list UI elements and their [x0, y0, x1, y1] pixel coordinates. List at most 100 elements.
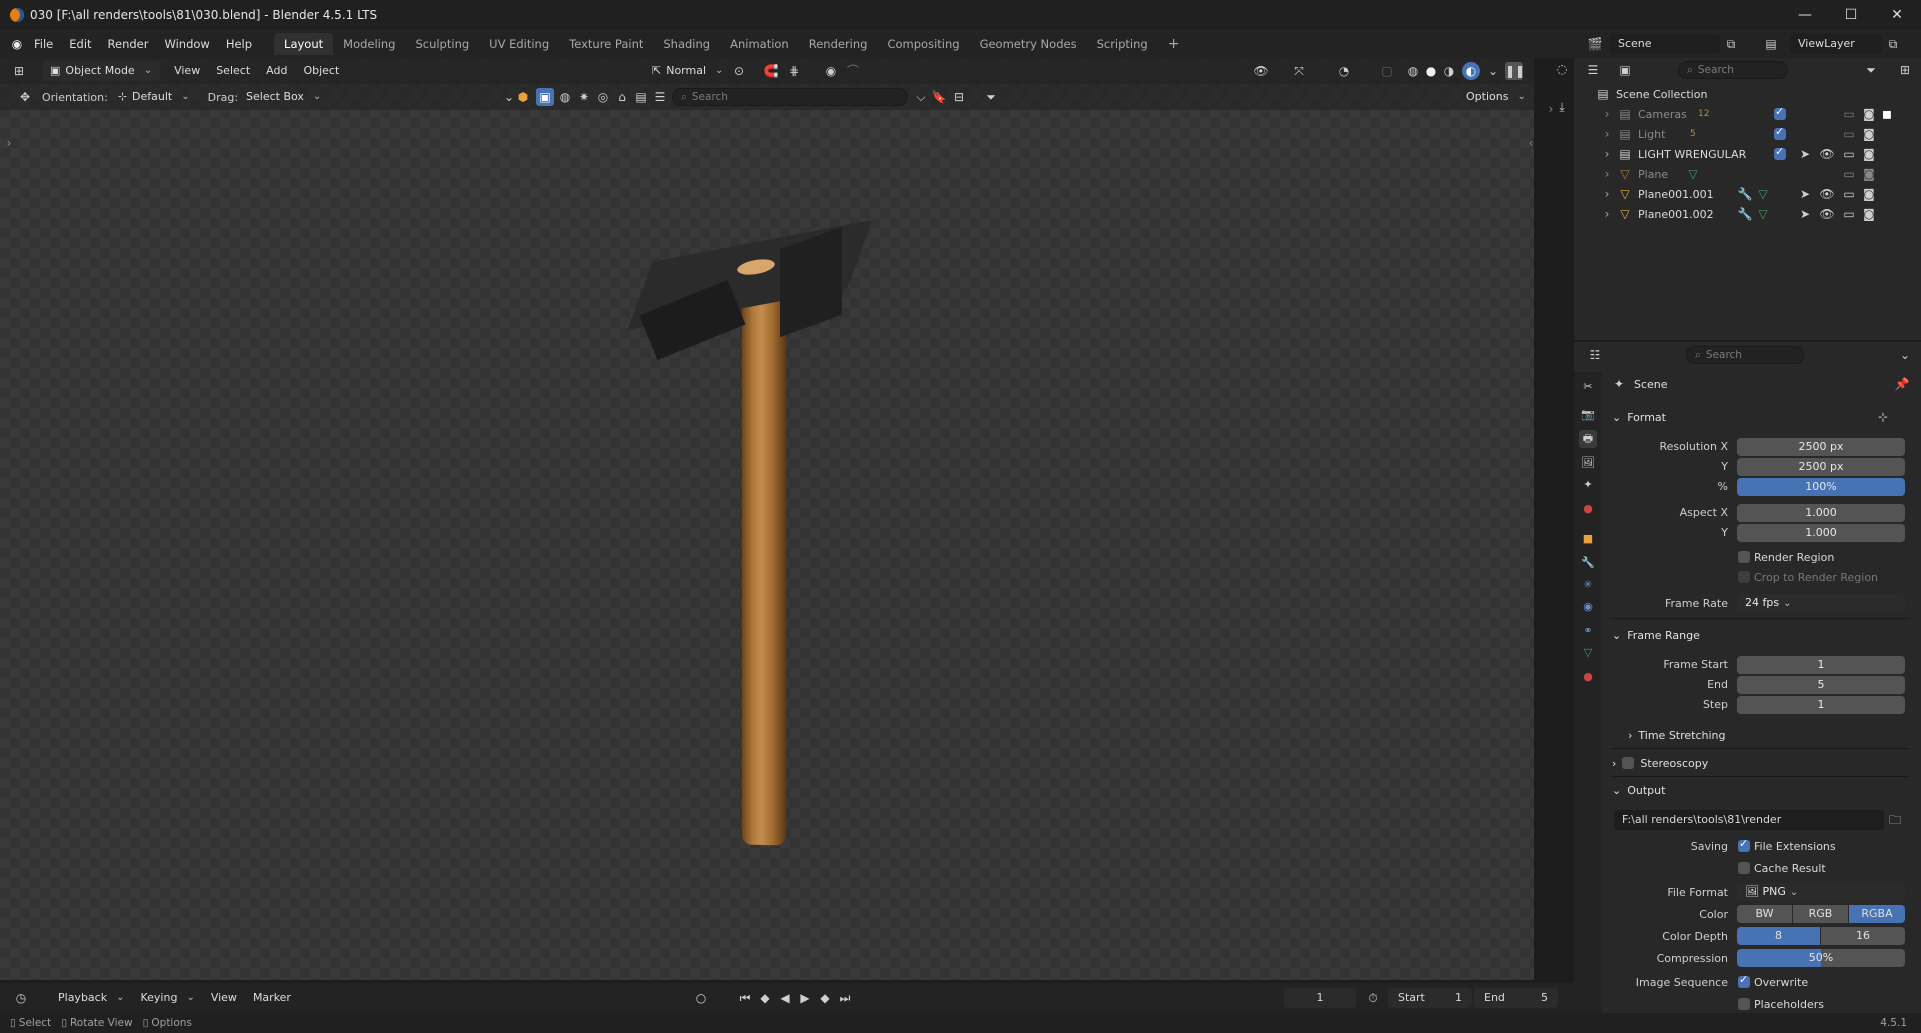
file-format-dropdown[interactable]: 🖼 PNG: [1737, 883, 1905, 901]
exclude-checkbox[interactable]: [1774, 145, 1786, 160]
tab-sculpting[interactable]: Sculpting: [405, 33, 479, 55]
chevron-right-icon[interactable]: ›: [1598, 145, 1616, 163]
menu-edit[interactable]: Edit: [61, 33, 99, 55]
xray-icon[interactable]: ▢: [1378, 62, 1396, 80]
pivot-icon[interactable]: ⊙: [730, 62, 748, 80]
display-mode-icon[interactable]: ⊟: [950, 88, 968, 106]
folder-icon[interactable]: 🗀: [1886, 811, 1904, 829]
output-path-input[interactable]: F:\all renders\tools\81\render: [1614, 810, 1884, 830]
jump-start-icon[interactable]: ⏮: [736, 989, 754, 1007]
select-menu[interactable]: Select: [208, 61, 258, 81]
history-icon[interactable]: ◌: [1553, 60, 1571, 78]
bookmark-icon[interactable]: 🔖: [930, 88, 948, 106]
monitor-icon[interactable]: ▭: [1840, 185, 1858, 203]
frame-step-field[interactable]: 1: [1737, 696, 1905, 714]
exclude-checkbox[interactable]: [1774, 125, 1786, 140]
resolution-x-field[interactable]: 2500 px: [1737, 438, 1905, 456]
cache-result-checkbox[interactable]: [1738, 862, 1750, 874]
pause-render-icon[interactable]: ❚❚: [1505, 62, 1525, 80]
maximize-button[interactable]: ☐: [1828, 0, 1874, 30]
scene-selector[interactable]: Scene: [1610, 34, 1720, 54]
stereoscopy-panel-header[interactable]: › Stereoscopy: [1612, 752, 1912, 774]
frame-rate-dropdown[interactable]: 24 fps: [1737, 594, 1905, 612]
stereoscopy-checkbox[interactable]: [1622, 757, 1635, 769]
overwrite-checkbox[interactable]: [1738, 973, 1750, 988]
chevron-right-icon[interactable]: ›: [1598, 125, 1616, 143]
mesh-filter-icon[interactable]: ▣: [536, 88, 554, 106]
mode-selector[interactable]: ▣ Object Mode: [42, 61, 161, 81]
add-workspace-button[interactable]: +: [1158, 33, 1190, 55]
chevron-right-icon[interactable]: ›: [1598, 105, 1616, 123]
hammer-handle[interactable]: [742, 279, 786, 846]
render-tab-icon[interactable]: 📷: [1579, 406, 1597, 424]
color-depth-16-option[interactable]: 16: [1821, 927, 1905, 945]
material-shading-icon[interactable]: ◑: [1440, 62, 1458, 80]
proportional-edit-icon[interactable]: ◉: [822, 62, 840, 80]
monitor-icon[interactable]: ▭: [1840, 165, 1858, 183]
drag-dropdown[interactable]: Select Box: [238, 87, 329, 107]
curve-filter-icon[interactable]: ◍: [556, 88, 574, 106]
eye-icon[interactable]: 👁: [1818, 145, 1836, 163]
pin-icon[interactable]: 📌: [1893, 375, 1911, 393]
list-item[interactable]: › ▽ Plane001.001 🔧 ▽ ➤ 👁 ▭ ◙: [1574, 184, 1921, 204]
monitor-icon[interactable]: ▭: [1840, 145, 1858, 163]
world-tab-icon[interactable]: ●: [1579, 500, 1597, 518]
end-frame-field[interactable]: End 5: [1474, 988, 1558, 1008]
new-scene-icon[interactable]: ⧉: [1722, 35, 1740, 53]
jump-end-icon[interactable]: ⏭: [836, 989, 854, 1007]
aspect-x-field[interactable]: 1.000: [1737, 504, 1905, 522]
file-extensions-checkbox[interactable]: [1738, 837, 1750, 852]
toolbar-expand-icon[interactable]: ›: [0, 134, 18, 152]
view-layer-selector[interactable]: ViewLayer: [1790, 34, 1882, 54]
properties-options-icon[interactable]: ⌄: [1896, 346, 1914, 364]
monitor-icon[interactable]: ▭: [1840, 205, 1858, 223]
viewport-search-input[interactable]: ⌕ Search: [672, 88, 908, 106]
current-frame-field[interactable]: 1: [1284, 988, 1356, 1008]
start-frame-field[interactable]: Start 1: [1388, 988, 1472, 1008]
crop-region-checkbox[interactable]: [1738, 571, 1750, 583]
aspect-y-field[interactable]: 1.000: [1737, 524, 1905, 542]
overlay-icon[interactable]: ◔: [1335, 62, 1353, 80]
falloff-icon[interactable]: ⌒: [844, 62, 862, 80]
new-collection-icon[interactable]: ⊞: [1896, 61, 1914, 79]
next-keyframe-icon[interactable]: ◆: [816, 989, 834, 1007]
holdout-icon[interactable]: ◼: [1878, 105, 1896, 123]
visibility-icon[interactable]: 👁: [1252, 62, 1270, 80]
data-tab-icon[interactable]: ▽: [1579, 644, 1597, 662]
play-icon[interactable]: ▶: [796, 989, 814, 1007]
output-panel-header[interactable]: ⌄ Output: [1612, 779, 1912, 801]
placeholders-checkbox[interactable]: [1738, 998, 1750, 1010]
transform-orientation-dropdown[interactable]: ⇱ Normal: [644, 61, 731, 81]
camera-render-icon[interactable]: ◙: [1860, 165, 1878, 183]
frame-end-field[interactable]: 5: [1737, 676, 1905, 694]
minimize-button[interactable]: —: [1782, 0, 1828, 30]
rendered-shading-icon[interactable]: ◐: [1462, 62, 1480, 80]
editor-type-icon[interactable]: ⊞: [10, 62, 28, 80]
timeline-editor-icon[interactable]: ◷: [12, 989, 30, 1007]
list-filter-icon[interactable]: ☰: [651, 88, 669, 106]
resolution-y-field[interactable]: 2500 px: [1737, 458, 1905, 476]
list-item[interactable]: › ▽ Plane001.002 🔧 ▽ ➤ 👁 ▭ ◙: [1574, 204, 1921, 224]
select-arrow-icon[interactable]: ➤: [1796, 145, 1814, 163]
presets-icon[interactable]: ⊹: [1874, 408, 1892, 426]
options-dropdown[interactable]: Options: [1458, 87, 1534, 107]
menu-render[interactable]: Render: [100, 33, 157, 55]
keying-menu[interactable]: Keying: [132, 988, 202, 1008]
modifiers-tab-icon[interactable]: 🔧: [1579, 554, 1597, 572]
frame-start-field[interactable]: 1: [1737, 656, 1905, 674]
list-item[interactable]: › ▤ Light 5 ▭ ◙: [1574, 124, 1921, 144]
auto-keying-icon[interactable]: ○: [692, 989, 710, 1007]
outliner-filter-icon[interactable]: ⏷: [1862, 61, 1880, 79]
tab-compositing[interactable]: Compositing: [877, 33, 969, 55]
tab-texture-paint[interactable]: Texture Paint: [559, 33, 653, 55]
view-layer-tab-icon[interactable]: 🖼: [1579, 454, 1597, 472]
tab-layout[interactable]: Layout: [274, 33, 334, 55]
scene-collection-row[interactable]: ▤ Scene Collection: [1574, 84, 1921, 104]
tab-shading[interactable]: Shading: [653, 33, 720, 55]
empty-filter-icon[interactable]: ⌂: [613, 88, 631, 106]
physics-tab-icon[interactable]: ◉: [1579, 598, 1597, 616]
select-arrow-icon[interactable]: ➤: [1796, 185, 1814, 203]
time-stretching-subpanel[interactable]: › Time Stretching: [1628, 724, 1921, 746]
chevron-right-icon[interactable]: ›: [1598, 165, 1616, 183]
outliner-search-input[interactable]: ⌕ Search: [1678, 61, 1788, 79]
